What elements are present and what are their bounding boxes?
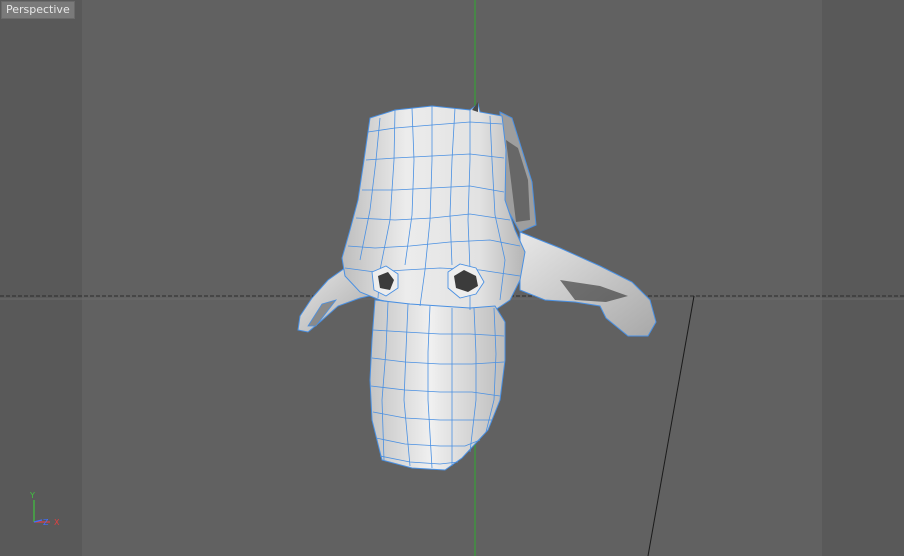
- scene-canvas[interactable]: [0, 0, 904, 556]
- mesh-head-top: [341, 103, 526, 313]
- axis-x-label: X: [54, 518, 60, 527]
- grid-edge-line: [647, 295, 695, 556]
- axis-z-label: Z: [43, 518, 49, 527]
- axis-gizmo: Y Z X: [26, 490, 66, 530]
- 3d-viewport[interactable]: Perspective Y Z X: [0, 0, 904, 556]
- mesh-right-ear: [519, 231, 657, 337]
- axis-y-label: Y: [30, 491, 35, 500]
- mesh-snout: [369, 299, 506, 471]
